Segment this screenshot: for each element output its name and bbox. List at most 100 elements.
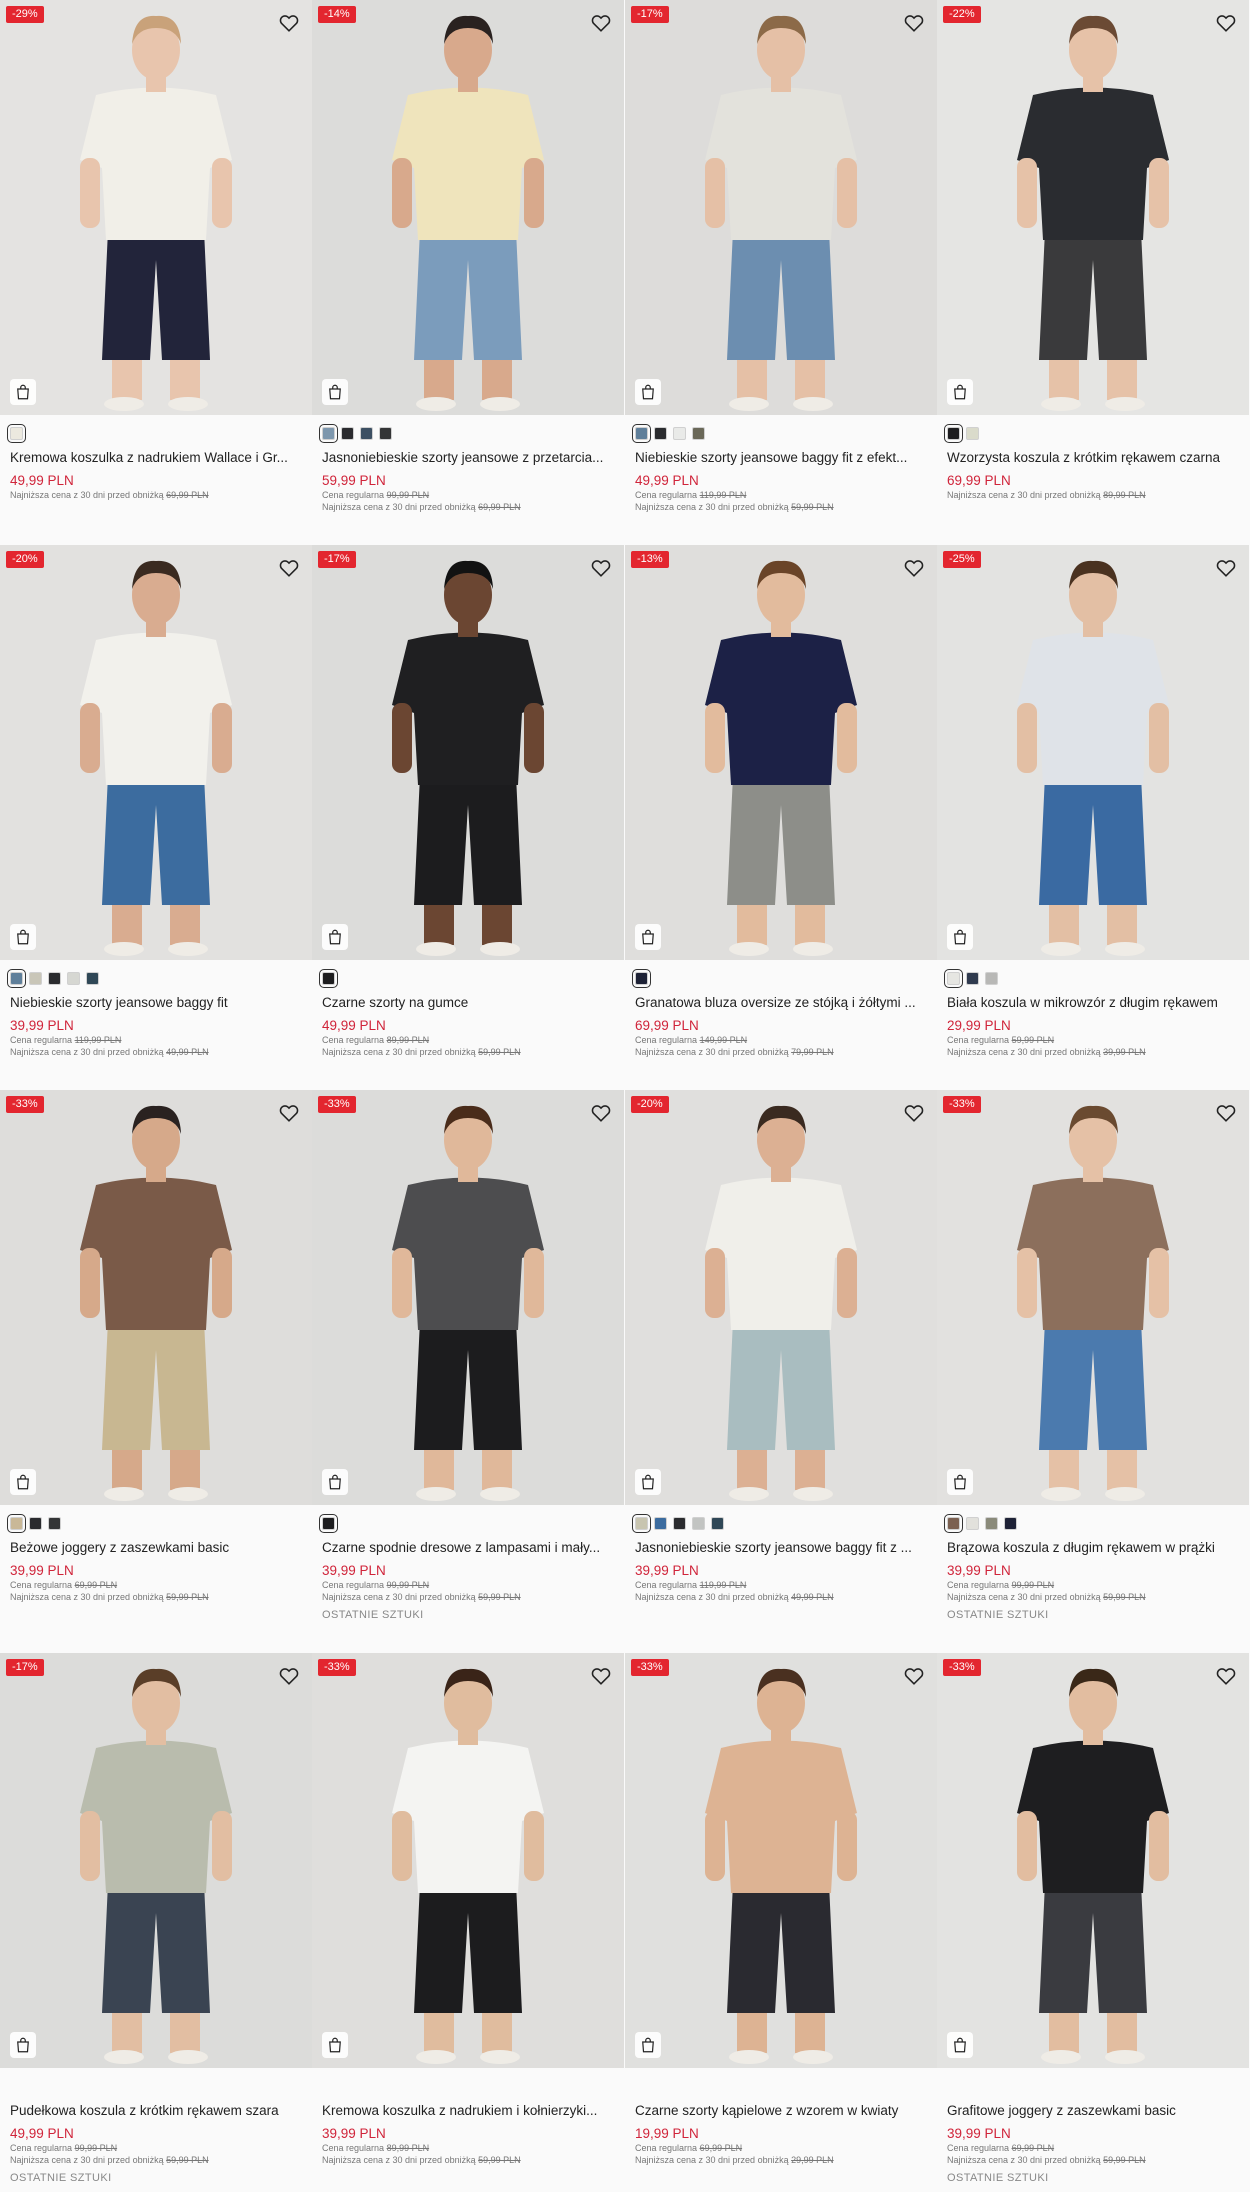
product-title[interactable]: Niebieskie szorty jeansowe baggy fit [10,994,302,1012]
shopping-bag-icon[interactable] [10,924,36,950]
product-card[interactable]: -20% Niebieskie szorty jeansowe baggy fit… [0,545,312,1058]
color-swatch[interactable] [654,426,667,440]
product-card[interactable]: -22% Wzorzysta koszula z krótkim rękawem … [937,0,1249,501]
heart-icon[interactable] [903,1665,925,1687]
color-swatch[interactable] [966,971,979,985]
color-swatch[interactable] [944,1513,963,1533]
product-card[interactable]: -33% Czarne spodnie dresowe z lampasami i… [312,1090,624,1621]
color-swatch[interactable] [966,1516,979,1530]
product-image[interactable]: -33% [937,1653,1249,2068]
color-swatch[interactable] [29,1516,42,1530]
product-image[interactable]: -17% [0,1653,312,2068]
product-title[interactable]: Czarne szorty na gumce [322,994,614,1012]
product-image[interactable]: -25% [937,545,1249,960]
product-image[interactable]: -22% [937,0,1249,415]
heart-icon[interactable] [590,12,612,34]
product-title[interactable]: Wzorzysta koszula z krótkim rękawem czar… [947,449,1239,467]
heart-icon[interactable] [1215,12,1237,34]
shopping-bag-icon[interactable] [10,379,36,405]
heart-icon[interactable] [1215,1102,1237,1124]
color-swatch[interactable] [7,968,26,988]
color-swatch[interactable] [632,968,651,988]
heart-icon[interactable] [903,12,925,34]
product-title[interactable]: Czarne szorty kąpielowe z wzorem w kwiat… [635,2102,927,2120]
product-card[interactable]: -33% Beżowe joggery z zaszewkami basic 39,… [0,1090,312,1603]
product-card[interactable]: -33% Kremowa koszulka z nadrukiem i kołni… [312,1653,624,2166]
color-swatch[interactable] [341,426,354,440]
color-swatch[interactable] [67,971,80,985]
shopping-bag-icon[interactable] [322,1469,348,1495]
product-title[interactable]: Biała koszula w mikrowzór z długim rękaw… [947,994,1239,1012]
shopping-bag-icon[interactable] [322,379,348,405]
product-card[interactable]: -17% Pudełkowa koszula z krótkim rękawem … [0,1653,312,2184]
shopping-bag-icon[interactable] [947,924,973,950]
color-swatch[interactable] [7,423,26,443]
product-image[interactable]: -33% [625,1653,937,2068]
product-title[interactable]: Czarne spodnie dresowe z lampasami i mał… [322,1539,614,1557]
product-card[interactable]: -29% Kremowa koszulka z nadrukiem Wallace… [0,0,312,501]
product-image[interactable]: -33% [312,1090,624,1505]
shopping-bag-icon[interactable] [635,2032,661,2058]
color-swatch[interactable] [673,1516,686,1530]
heart-icon[interactable] [278,12,300,34]
product-title[interactable]: Pudełkowa koszula z krótkim rękawem szar… [10,2102,302,2120]
product-title[interactable]: Jasnoniebieskie szorty jeansowe baggy fi… [635,1539,927,1557]
product-card[interactable]: -17% Czarne szorty na gumce 49,99 PLN Cena … [312,545,624,1058]
heart-icon[interactable] [278,557,300,579]
shopping-bag-icon[interactable] [322,2032,348,2058]
heart-icon[interactable] [590,557,612,579]
color-swatch[interactable] [632,423,651,443]
heart-icon[interactable] [590,1102,612,1124]
color-swatch[interactable] [48,1516,61,1530]
color-swatch[interactable] [692,1516,705,1530]
heart-icon[interactable] [903,1102,925,1124]
color-swatch[interactable] [985,971,998,985]
product-image[interactable]: -17% [625,0,937,415]
shopping-bag-icon[interactable] [947,2032,973,2058]
shopping-bag-icon[interactable] [635,379,661,405]
product-card[interactable]: -33% Brązowa koszula z długim rękawem w p… [937,1090,1249,1621]
color-swatch[interactable] [711,1516,724,1530]
color-swatch[interactable] [29,971,42,985]
product-title[interactable]: Niebieskie szorty jeansowe baggy fit z e… [635,449,927,467]
color-swatch[interactable] [7,1513,26,1533]
shopping-bag-icon[interactable] [947,1469,973,1495]
product-image[interactable]: -13% [625,545,937,960]
product-title[interactable]: Jasnoniebieskie szorty jeansowe z przeta… [322,449,614,467]
shopping-bag-icon[interactable] [947,379,973,405]
color-swatch[interactable] [48,971,61,985]
product-title[interactable]: Granatowa bluza oversize ze stójką i żół… [635,994,927,1012]
color-swatch[interactable] [985,1516,998,1530]
product-title[interactable]: Beżowe joggery z zaszewkami basic [10,1539,302,1557]
color-swatch[interactable] [966,426,979,440]
heart-icon[interactable] [590,1665,612,1687]
product-image[interactable]: -14% [312,0,624,415]
color-swatch[interactable] [654,1516,667,1530]
product-card[interactable]: -13% Granatowa bluza oversize ze stójką i… [625,545,937,1058]
product-card[interactable]: -14% Jasnoniebieskie szorty jeansowe z pr… [312,0,624,513]
product-title[interactable]: Kremowa koszulka z nadrukiem i kołnierzy… [322,2102,614,2120]
color-swatch[interactable] [319,1513,338,1533]
shopping-bag-icon[interactable] [635,924,661,950]
heart-icon[interactable] [278,1665,300,1687]
product-card[interactable]: -33% Czarne szorty kąpielowe z wzorem w k… [625,1653,937,2166]
product-title[interactable]: Brązowa koszula z długim rękawem w prążk… [947,1539,1239,1557]
product-image[interactable]: -33% [0,1090,312,1505]
product-image[interactable]: -33% [312,1653,624,2068]
product-title[interactable]: Grafitowe joggery z zaszewkami basic [947,2102,1239,2120]
color-swatch[interactable] [86,971,99,985]
product-image[interactable]: -17% [312,545,624,960]
product-card[interactable]: -25% Biała koszula w mikrowzór z długim r… [937,545,1249,1058]
color-swatch[interactable] [632,1513,651,1533]
shopping-bag-icon[interactable] [10,1469,36,1495]
product-card[interactable]: -17% Niebieskie szorty jeansowe baggy fit… [625,0,937,513]
product-image[interactable]: -20% [625,1090,937,1505]
product-image[interactable]: -33% [937,1090,1249,1505]
color-swatch[interactable] [360,426,373,440]
shopping-bag-icon[interactable] [10,2032,36,2058]
heart-icon[interactable] [1215,1665,1237,1687]
color-swatch[interactable] [692,426,705,440]
heart-icon[interactable] [278,1102,300,1124]
product-title[interactable]: Kremowa koszulka z nadrukiem Wallace i G… [10,449,302,467]
heart-icon[interactable] [903,557,925,579]
